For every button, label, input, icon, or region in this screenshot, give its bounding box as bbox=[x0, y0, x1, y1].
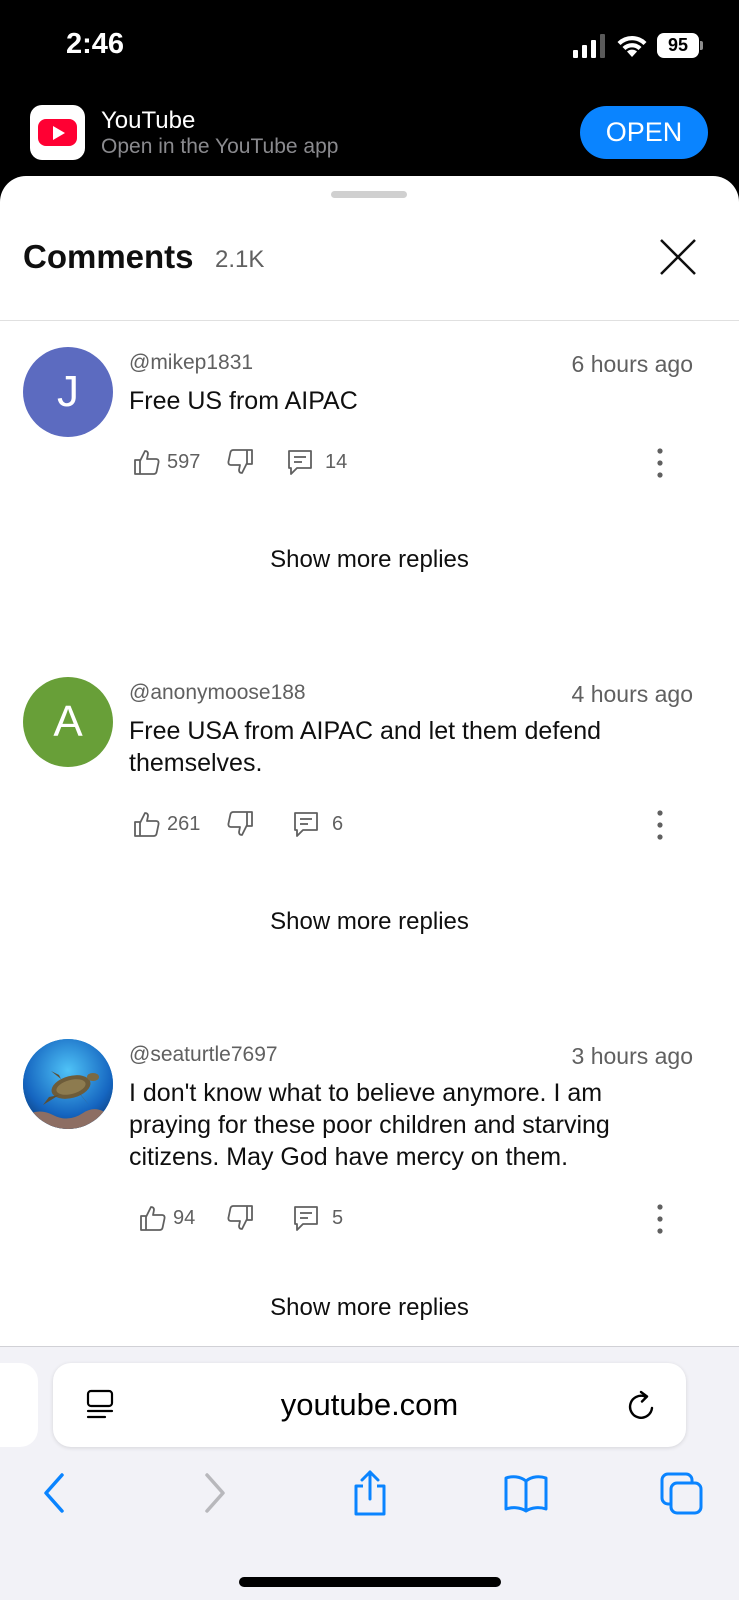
previous-tab-preview[interactable] bbox=[0, 1363, 38, 1447]
reload-icon[interactable] bbox=[626, 1389, 658, 1423]
url-text: youtube.com bbox=[280, 1387, 459, 1422]
comment-author[interactable]: @seaturtle7697 bbox=[129, 1043, 278, 1067]
more-options-icon[interactable] bbox=[650, 1203, 670, 1235]
comment-time: 3 hours ago bbox=[571, 1043, 693, 1069]
reply-count: 6 bbox=[332, 813, 344, 835]
back-icon[interactable] bbox=[40, 1469, 70, 1517]
app-name: YouTube bbox=[101, 107, 196, 134]
dislike-icon[interactable] bbox=[225, 447, 255, 477]
like-icon[interactable] bbox=[132, 809, 162, 839]
like-count: 261 bbox=[167, 813, 201, 835]
reply-icon[interactable] bbox=[285, 447, 315, 477]
like-icon[interactable] bbox=[132, 447, 162, 477]
battery-level: 95 bbox=[657, 33, 699, 58]
more-options-icon[interactable] bbox=[650, 447, 670, 479]
reply-count: 14 bbox=[325, 451, 348, 473]
reply-icon[interactable] bbox=[291, 1203, 321, 1233]
comments-title: Comments bbox=[23, 238, 194, 275]
battery-indicator: 95 bbox=[657, 33, 703, 58]
reply-icon[interactable] bbox=[291, 809, 321, 839]
comment-actions: 597 14 bbox=[129, 447, 719, 479]
show-more-replies-button[interactable]: Show more replies bbox=[0, 908, 739, 936]
comment-time: 6 hours ago bbox=[571, 351, 693, 377]
home-indicator bbox=[239, 1577, 501, 1587]
comment-text: I don't know what to believe anymore. I … bbox=[129, 1079, 610, 1171]
browser-toolbar: youtube.com bbox=[0, 1346, 739, 1600]
bookmarks-icon[interactable] bbox=[502, 1469, 550, 1517]
forward-icon[interactable] bbox=[199, 1469, 229, 1517]
tabs-icon[interactable] bbox=[659, 1469, 705, 1517]
show-more-replies-button[interactable]: Show more replies bbox=[0, 1294, 739, 1322]
open-app-button[interactable]: OPEN bbox=[580, 106, 708, 159]
like-count: 94 bbox=[173, 1207, 196, 1229]
status-time: 2:46 bbox=[66, 28, 125, 60]
avatar[interactable] bbox=[23, 1039, 113, 1129]
more-options-icon[interactable] bbox=[650, 809, 670, 841]
avatar[interactable]: A bbox=[23, 677, 113, 767]
comment-author[interactable]: @anonymoose188 bbox=[129, 681, 306, 705]
app-subtitle: Open in the YouTube app bbox=[101, 135, 339, 158]
cellular-signal-icon bbox=[573, 34, 605, 58]
close-icon[interactable] bbox=[655, 234, 701, 280]
comment-author[interactable]: @mikep1831 bbox=[129, 351, 253, 375]
comments-count: 2.1K bbox=[215, 246, 265, 273]
sheet-drag-handle[interactable] bbox=[331, 191, 407, 198]
youtube-app-icon bbox=[30, 105, 85, 160]
dislike-icon[interactable] bbox=[225, 1203, 255, 1233]
avatar[interactable]: J bbox=[23, 347, 113, 437]
reply-count: 5 bbox=[332, 1207, 344, 1229]
dislike-icon[interactable] bbox=[225, 809, 255, 839]
sea-turtle-avatar-image bbox=[23, 1039, 113, 1129]
wifi-icon bbox=[617, 35, 647, 57]
comment-time: 4 hours ago bbox=[571, 681, 693, 707]
share-icon[interactable] bbox=[350, 1469, 390, 1517]
comment-actions: 261 6 bbox=[129, 809, 719, 841]
status-bar: 2:46 95 bbox=[0, 0, 739, 95]
comments-sheet: Comments 2.1K J @mikep1831 6 hours ago F… bbox=[0, 176, 739, 1346]
address-bar[interactable]: youtube.com bbox=[53, 1363, 686, 1447]
comment-actions: 94 5 bbox=[129, 1203, 719, 1235]
comment-text: Free US from AIPAC bbox=[129, 387, 358, 415]
divider bbox=[0, 320, 739, 321]
like-icon[interactable] bbox=[138, 1203, 168, 1233]
show-more-replies-button[interactable]: Show more replies bbox=[0, 546, 739, 574]
comment-text: Free USA from AIPAC and let them defend … bbox=[129, 717, 601, 777]
smart-app-banner: YouTube Open in the YouTube app OPEN bbox=[0, 95, 739, 185]
like-count: 597 bbox=[167, 451, 201, 473]
